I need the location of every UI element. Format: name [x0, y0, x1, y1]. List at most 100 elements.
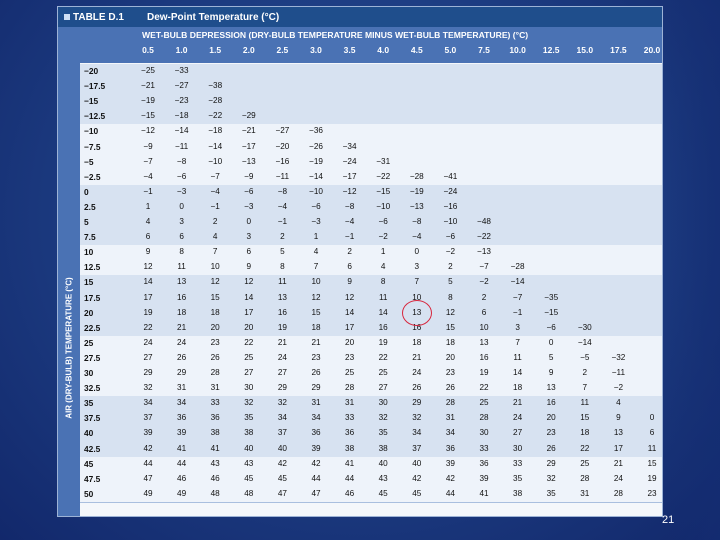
table-cell: −14 — [208, 141, 223, 151]
table-cell: 0 — [414, 247, 420, 257]
table-cell: −48 — [477, 217, 491, 226]
table-cell: 7 — [313, 262, 319, 272]
table-cell: −19 — [409, 186, 424, 196]
table-cell: 33 — [345, 413, 355, 423]
table-cell: 22 — [378, 352, 388, 362]
table-cell: 14 — [378, 307, 388, 317]
table-row: 22.5 22 21 20 20 19 18 17 16 16 15 10 3 −6 −30 — [80, 322, 662, 334]
column-header: 4.0 — [377, 45, 390, 55]
table-cell: 25 — [378, 368, 388, 377]
row-header-temperature: 35 — [84, 398, 94, 409]
table-cell: 41 — [177, 443, 187, 453]
table-cell: 18 — [580, 428, 590, 438]
table-cell: 32 — [277, 398, 287, 408]
table-cell: −4 — [143, 171, 153, 181]
table-cell: −6 — [244, 186, 254, 196]
table-cell: −14 — [577, 337, 592, 347]
table-cell: 24 — [412, 368, 422, 377]
table-cell: 35 — [546, 488, 556, 498]
table-cell: 31 — [580, 488, 590, 498]
table-cell: 47 — [311, 488, 321, 498]
row-header-temperature: 47.5 — [84, 473, 101, 484]
table-row: 45 44 44 43 43 42 42 41 40 40 39 36 33 29 25 21 15 — [80, 458, 662, 470]
table-cell: 16 — [277, 307, 287, 317]
table-cell: −13 — [477, 247, 491, 257]
table-cell: 9 — [145, 247, 151, 257]
table-cell: −35 — [544, 292, 559, 302]
table-cell: 47 — [277, 488, 287, 498]
table-cell: 32 — [378, 413, 388, 423]
table-body: −20 −25 −33 −17.5 −21 −27 −38 −15 −19 −23 −28 −12.5… — [80, 63, 662, 516]
table-cell: 0 — [548, 337, 554, 347]
table-row: 7.5 6 6 4 3 2 1 −1 −2 −4 −6 −22 — [80, 231, 662, 243]
table-cell: 31 — [345, 398, 355, 408]
table-cell: 42 — [143, 443, 153, 453]
table-cell: 6 — [649, 428, 655, 438]
table-cell: −31 — [376, 156, 391, 166]
table-row: −17.5 −21 −27 −38 — [80, 80, 662, 92]
row-header-temperature: −5 — [84, 156, 94, 167]
table-cell: 1 — [313, 232, 319, 242]
table-cell: 4 — [380, 262, 386, 272]
table-cell: −15 — [141, 111, 155, 121]
table-cell: 4 — [212, 232, 218, 242]
table-cell: 19 — [277, 322, 287, 332]
table-cell: 27 — [143, 352, 153, 362]
table-cell: 38 — [210, 428, 220, 438]
table-cell: 34 — [311, 413, 321, 423]
column-header: 2.0 — [242, 45, 255, 55]
column-header: 3.0 — [310, 45, 322, 55]
row-header-temperature: 37.5 — [84, 413, 101, 424]
table-cell: 12 — [345, 292, 355, 302]
table-cell: −2 — [445, 247, 456, 257]
table-cell: 2 — [347, 247, 352, 257]
table-cell: 21 — [177, 322, 187, 332]
table-cell: 31 — [311, 398, 321, 408]
table-cell: 20 — [546, 413, 556, 423]
table-cell: −14 — [174, 126, 189, 136]
row-header-temperature: −12.5 — [84, 111, 106, 122]
table-cell: 16 — [378, 322, 388, 332]
table-cell: −3 — [244, 201, 254, 211]
table-row: 32.5 32 31 31 30 29 29 28 27 26 26 22 18 13 7 −2 — [80, 382, 662, 394]
table-cell: −33 — [174, 66, 189, 75]
table-cell: 13 — [177, 277, 187, 287]
table-cell: −6 — [311, 201, 321, 211]
table-cell: 14 — [345, 307, 355, 317]
table-cell: 46 — [345, 488, 355, 498]
table-cell: 7 — [515, 337, 520, 347]
table-cell: −3 — [311, 217, 321, 226]
table-cell: −28 — [208, 96, 223, 106]
table-cell: 20 — [445, 352, 455, 362]
table-cell: 10 — [479, 322, 489, 332]
table-cell: 44 — [345, 473, 355, 483]
table-row: 20 19 18 18 17 16 15 14 14 13 12 6 −1 −15 — [80, 307, 662, 319]
table-cell: 48 — [244, 488, 254, 498]
table-cell: −25 — [141, 66, 155, 75]
row-header-temperature: 2.5 — [84, 201, 96, 212]
table-cell: −17 — [342, 171, 357, 181]
table-cell: −13 — [409, 201, 424, 211]
table-cell: −1 — [143, 186, 153, 196]
table-cell: 27 — [277, 368, 287, 377]
row-header-temperature: 32.5 — [84, 383, 101, 394]
table-cell: 45 — [277, 473, 287, 483]
table-cell: 48 — [210, 488, 220, 498]
row-header-temperature: 30 — [84, 368, 94, 378]
row-header-temperature: 25 — [84, 337, 94, 348]
table-row: −5 −7 −8 −10 −13 −16 −19 −24 −31 — [80, 156, 662, 168]
column-header: 0.5 — [142, 45, 154, 55]
dew-point-table: TABLE D.1 Dew-Point Temperature (°C) WET… — [57, 6, 663, 517]
table-cell: 26 — [311, 368, 321, 377]
table-cell: 33 — [479, 443, 489, 453]
table-cell: 8 — [380, 277, 386, 287]
table-cell: 8 — [280, 262, 285, 272]
table-cell: −32 — [611, 352, 626, 362]
table-cell: 45 — [378, 488, 388, 498]
table-cell: 43 — [378, 473, 388, 483]
table-cell: 33 — [513, 458, 523, 468]
table-cell: −28 — [409, 171, 424, 181]
table-cell: 36 — [479, 458, 489, 468]
table-cell: 21 — [311, 337, 321, 347]
row-header-temperature: −10 — [84, 126, 99, 137]
